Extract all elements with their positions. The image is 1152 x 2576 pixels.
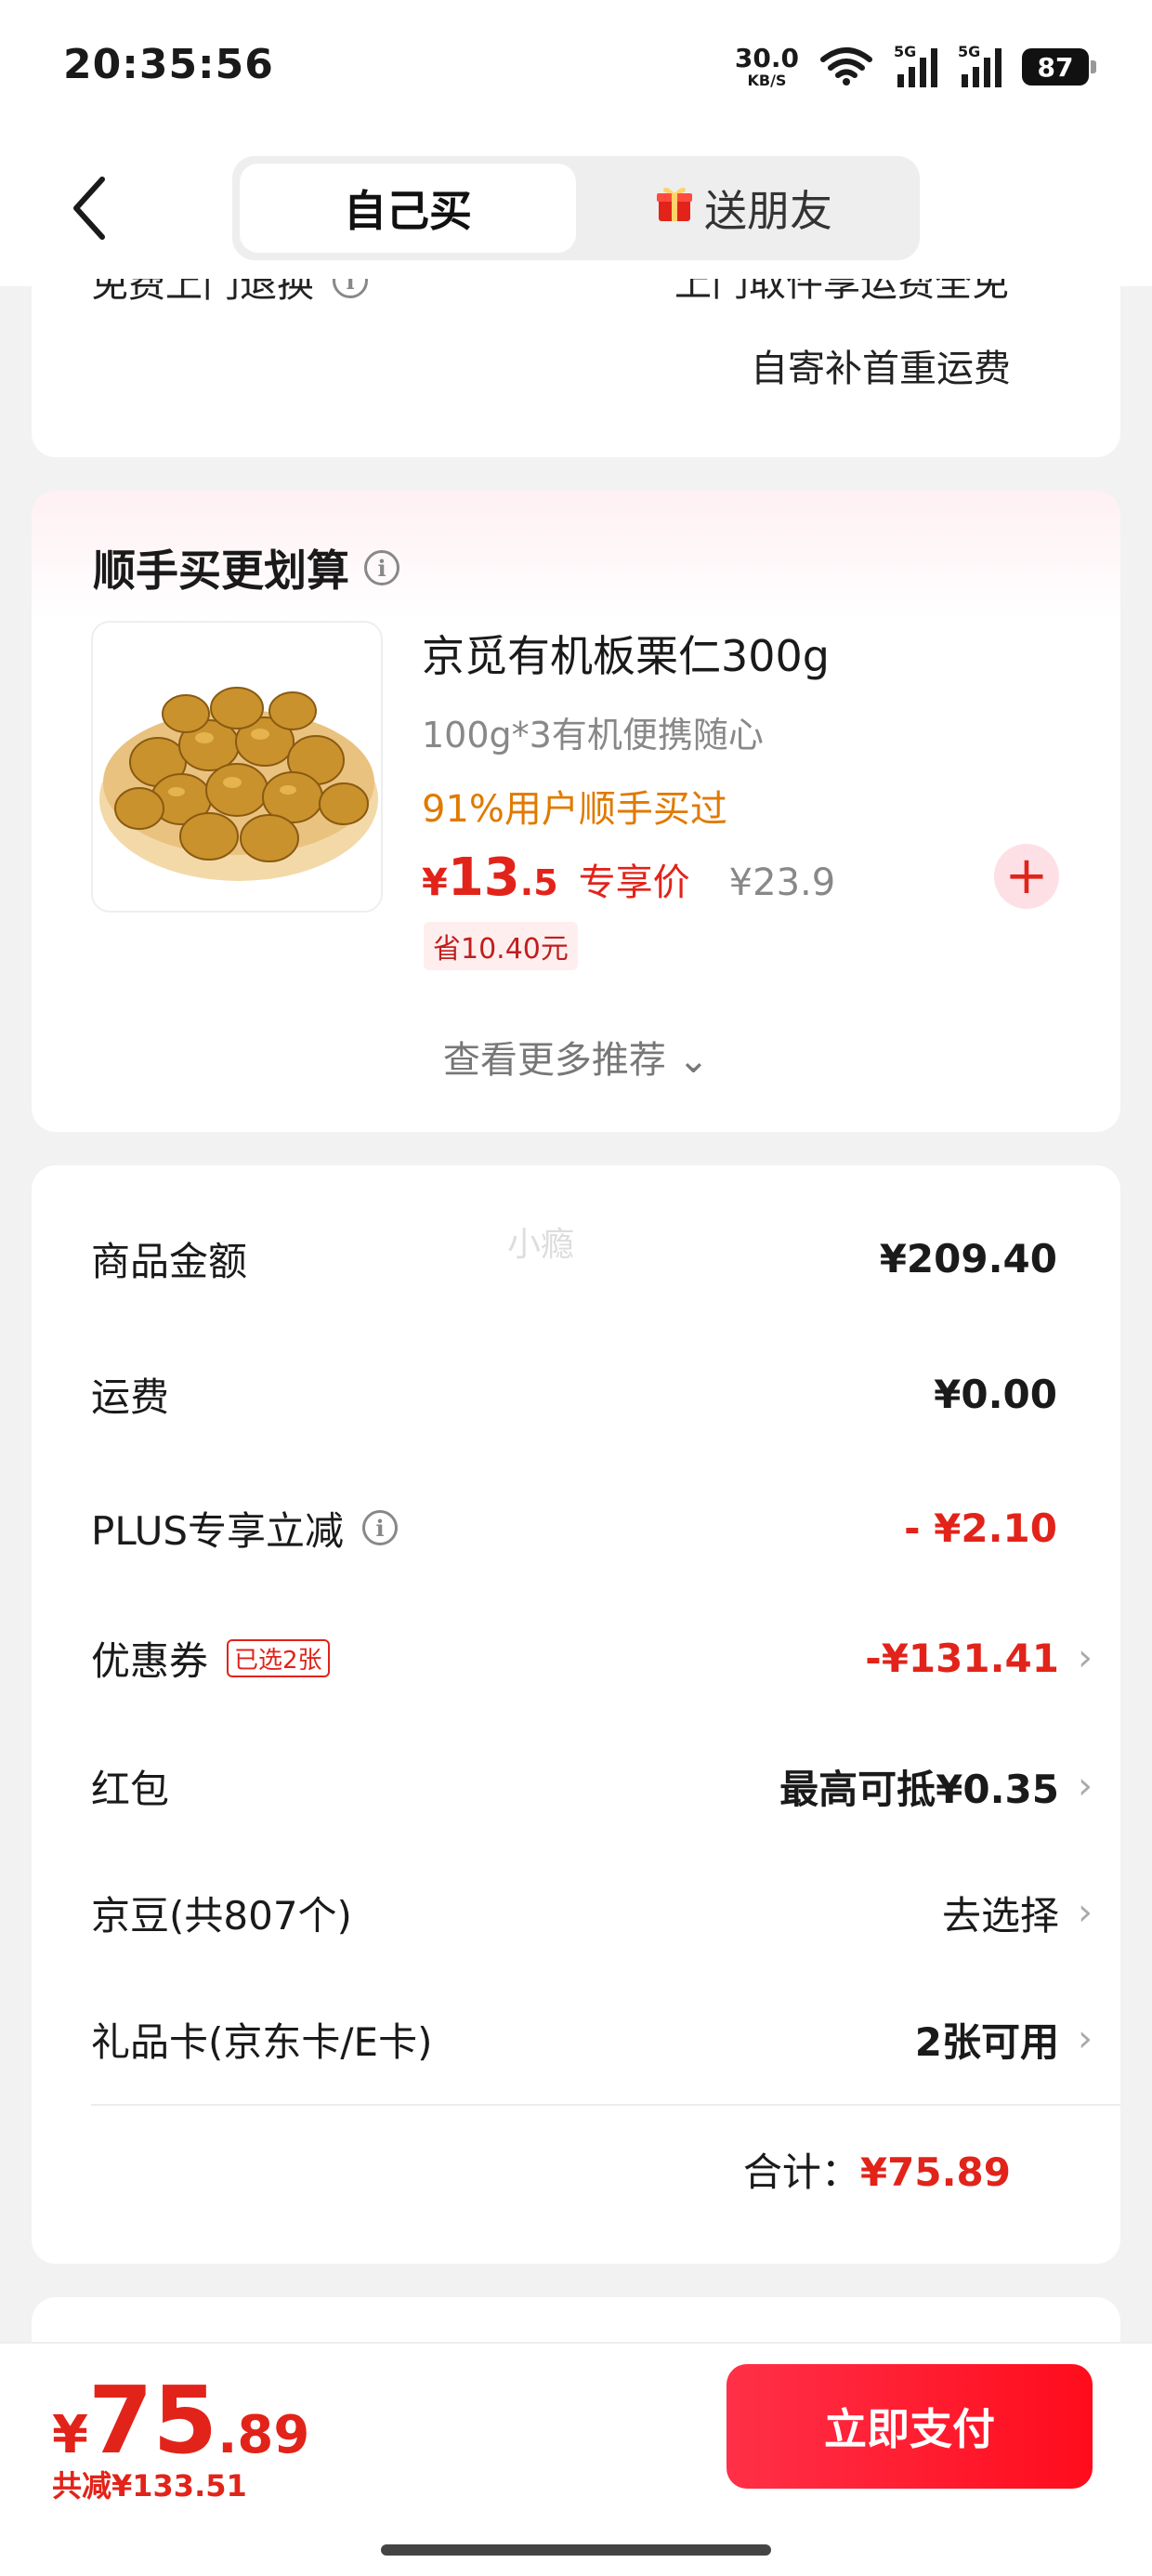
final-price: ¥75.89 bbox=[52, 2366, 309, 2475]
chevron-right-icon: › bbox=[1078, 2017, 1093, 2060]
red-packet-label: 红包 bbox=[91, 1766, 170, 1812]
plus-discount-value: - ¥2.10 bbox=[904, 1505, 1057, 1551]
back-button[interactable] bbox=[61, 173, 117, 247]
product-spec: 100g*3有机便携随心 bbox=[422, 715, 764, 756]
shipping-row: 运费 ¥0.00 bbox=[91, 1357, 1057, 1431]
exclusive-price: ¥13.5 bbox=[422, 848, 558, 908]
pay-now-button[interactable]: 立即支付 bbox=[727, 2364, 1093, 2489]
exclusive-price-tag: 专享价 bbox=[578, 861, 690, 904]
subtotal-row: 合计： ¥75.89 bbox=[743, 2141, 1011, 2198]
chestnut-bowl-image bbox=[99, 687, 378, 881]
product-price-row: ¥13.5 专享价 ¥23.9 bbox=[422, 848, 835, 908]
goods-amount-value: ¥209.40 bbox=[879, 1235, 1057, 1281]
network-speed-unit: KB/S bbox=[747, 72, 787, 89]
final-price-decimal: .89 bbox=[217, 2405, 310, 2465]
info-icon[interactable]: i bbox=[333, 279, 368, 298]
jd-beans-row[interactable]: 京豆(共807个) 去选择 › bbox=[91, 1875, 1093, 1950]
final-price-symbol: ¥ bbox=[52, 2405, 88, 2465]
order-summary-card: 小瘾 商品金额 ¥209.40 运费 ¥0.00 PLUS专享立减 i - ¥2… bbox=[32, 1165, 1120, 2264]
recommendation-title-text: 顺手买更划算 bbox=[93, 545, 349, 596]
gift-card-label: 礼品卡(京东卡/E卡) bbox=[91, 2018, 433, 2065]
red-packet-value: 最高可抵¥0.35 bbox=[779, 1766, 1059, 1812]
return-policy-card: 免费上门退换 i 上门取件享运费全免 自寄补首重运费 bbox=[32, 279, 1120, 457]
header: 自己买 送朋友 bbox=[0, 139, 1152, 286]
coupon-selected-badge: 已选2张 bbox=[227, 1638, 330, 1677]
battery-icon: 87 bbox=[1022, 48, 1096, 85]
subtotal-value: ¥75.89 bbox=[859, 2149, 1011, 2195]
red-packet-row[interactable]: 红包 最高可抵¥0.35 › bbox=[91, 1749, 1093, 1823]
status-time: 20:35:56 bbox=[63, 41, 274, 88]
status-icons: 30.0 KB/S 5G 5G 87 bbox=[735, 43, 1096, 91]
plus-discount-row: PLUS专享立减 i - ¥2.10 bbox=[91, 1491, 1057, 1565]
network-speed-value: 30.0 bbox=[734, 43, 799, 73]
shipping-label: 运费 bbox=[91, 1373, 170, 1420]
divider bbox=[91, 2104, 1120, 2106]
tab-gift-friend-label: 送朋友 bbox=[704, 186, 832, 236]
goods-amount-label: 商品金额 bbox=[91, 1238, 248, 1284]
product-bought-stat: 91%用户顺手买过 bbox=[422, 788, 727, 831]
coupon-label: 优惠券 bbox=[91, 1637, 209, 1684]
free-return-label: 免费上门退换 bbox=[91, 279, 314, 306]
free-return-label-wrap: 免费上门退换 i bbox=[91, 279, 368, 309]
product-image[interactable] bbox=[91, 621, 383, 913]
info-icon[interactable]: i bbox=[364, 550, 399, 585]
coupon-value: -¥131.41 bbox=[865, 1635, 1059, 1681]
recommendation-title: 顺手买更划算 i bbox=[93, 537, 399, 598]
subtotal-label: 合计： bbox=[742, 2149, 860, 2195]
tab-buy-self[interactable]: 自己买 bbox=[240, 164, 576, 253]
price-integer: 13 bbox=[447, 848, 520, 908]
wifi-icon bbox=[819, 45, 873, 89]
original-price: ¥23.9 bbox=[728, 861, 836, 904]
checkout-bar: ¥75.89 共减¥133.51 立即支付 bbox=[0, 2342, 1152, 2576]
save-badge: 省10.40元 bbox=[424, 922, 578, 970]
status-bar: 20:35:56 30.0 KB/S 5G 5G 87 bbox=[0, 0, 1152, 139]
gift-icon bbox=[656, 183, 693, 233]
purchase-mode-switch: 自己买 送朋友 bbox=[232, 156, 920, 260]
chevron-right-icon: › bbox=[1078, 1891, 1093, 1934]
chevron-right-icon: › bbox=[1078, 1636, 1093, 1679]
price-decimal: .5 bbox=[519, 862, 558, 903]
jd-beans-label: 京豆(共807个) bbox=[91, 1892, 352, 1939]
product-name[interactable]: 京觅有机板栗仁300g bbox=[422, 623, 830, 684]
home-indicator bbox=[381, 2544, 771, 2556]
tab-gift-friend[interactable]: 送朋友 bbox=[576, 164, 912, 253]
goods-amount-row: 商品金额 ¥209.40 bbox=[91, 1221, 1057, 1295]
signal-1-label: 5G bbox=[894, 43, 917, 60]
total-saved: 共减¥133.51 bbox=[52, 2468, 247, 2504]
tab-buy-self-label: 自己买 bbox=[344, 186, 472, 236]
jd-beans-value: 去选择 bbox=[941, 1892, 1059, 1939]
network-speed: 30.0 KB/S bbox=[735, 46, 799, 88]
shipping-value: ¥0.00 bbox=[934, 1371, 1057, 1417]
gift-card-row[interactable]: 礼品卡(京东卡/E卡) 2张可用 › bbox=[91, 2002, 1093, 2076]
price-symbol: ¥ bbox=[422, 861, 448, 904]
plus-discount-label: PLUS专享立减 bbox=[91, 1507, 345, 1554]
self-send-text: 自寄补首重运费 bbox=[751, 348, 1011, 390]
cellular-signal-icon: 5G bbox=[894, 43, 937, 87]
info-icon[interactable]: i bbox=[362, 1510, 399, 1545]
final-price-integer: 75 bbox=[87, 2366, 218, 2475]
back-arrow-icon bbox=[71, 176, 108, 244]
coupon-row[interactable]: 优惠券 已选2张 -¥131.41 › bbox=[91, 1621, 1093, 1695]
recommendation-card: 顺手买更划算 i 京觅有机板栗仁300g 100g*3有机便携随心 91%用户顺… bbox=[32, 491, 1120, 1132]
plus-icon: + bbox=[1004, 846, 1049, 906]
add-to-order-button[interactable]: + bbox=[994, 844, 1059, 909]
chevron-right-icon: › bbox=[1078, 1765, 1093, 1807]
pickup-free-text: 上门取件享运费全免 bbox=[674, 279, 1009, 305]
gift-card-value: 2张可用 bbox=[914, 2018, 1059, 2065]
more-recommendations-link[interactable]: 查看更多推荐 ⌄ bbox=[32, 1030, 1120, 1084]
signal-2-label: 5G bbox=[958, 43, 981, 60]
cellular-signal-icon-2: 5G bbox=[958, 43, 1001, 87]
